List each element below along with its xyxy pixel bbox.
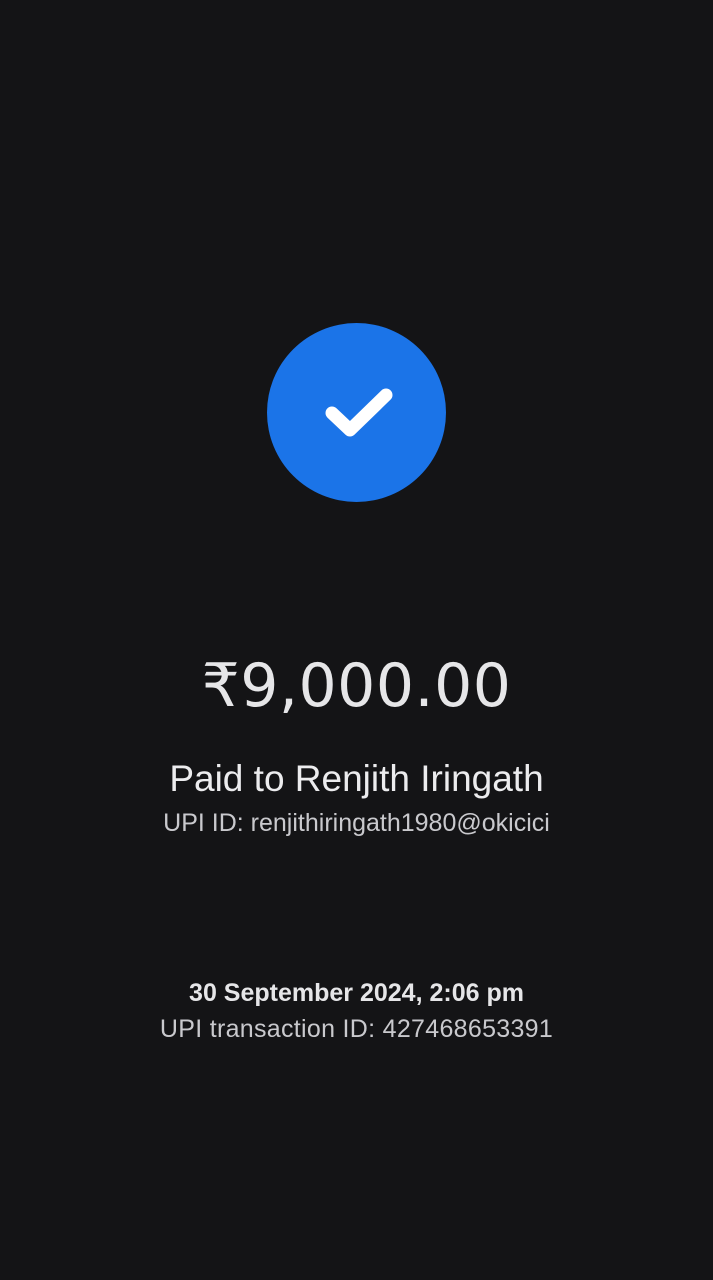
payment-success-screen: ₹9,000.00 Paid to Renjith Iringath UPI I…	[0, 0, 713, 1280]
upi-transaction-id: UPI transaction ID: 427468653391	[159, 1015, 554, 1043]
payee-name: Paid to Renjith Iringath	[169, 758, 544, 799]
payee-upi-id: UPI ID: renjithiringath1980@okicici	[163, 809, 550, 837]
transaction-datetime: 30 September 2024, 2:06 pm	[189, 979, 524, 1007]
success-badge	[267, 323, 446, 502]
checkmark-icon	[325, 388, 392, 436]
payment-amount: ₹9,000.00	[201, 651, 512, 721]
